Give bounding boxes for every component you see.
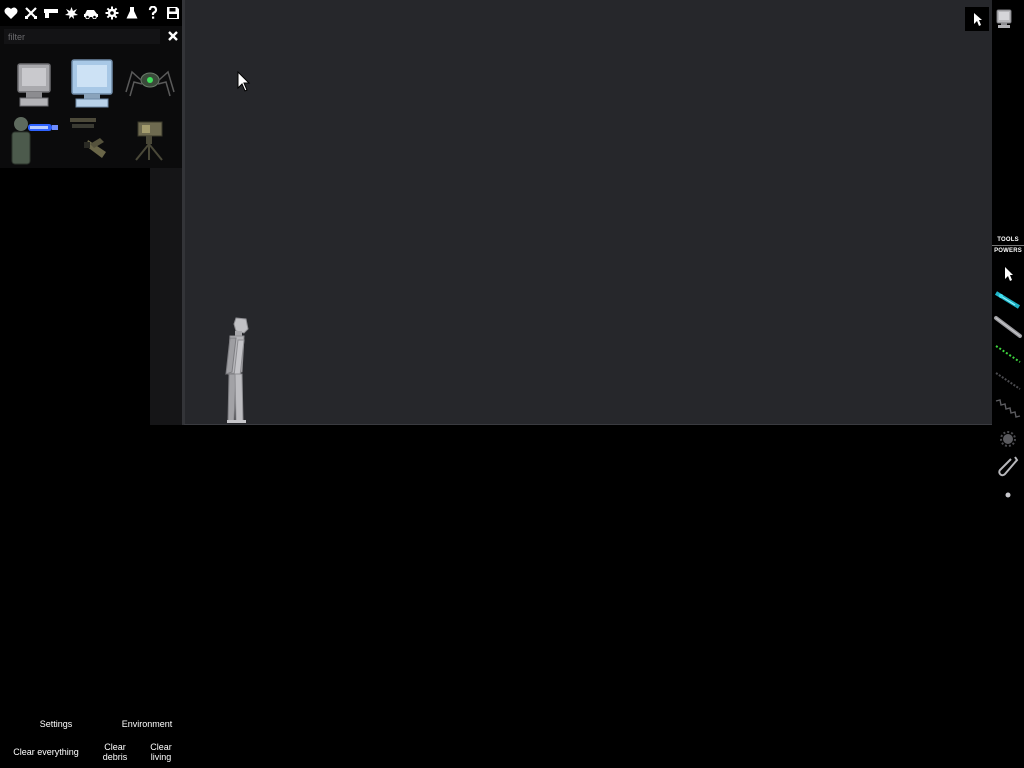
- tripod-camera-item[interactable]: [124, 114, 176, 166]
- world-left-edge: [182, 0, 185, 425]
- blue-monitor-item[interactable]: [66, 58, 118, 110]
- category-melee-button[interactable]: [22, 4, 40, 22]
- category-machinery-button[interactable]: [103, 4, 121, 22]
- category-biohazard-button[interactable]: [2, 4, 20, 22]
- category-bar: [0, 0, 182, 26]
- folded-machine-item[interactable]: [66, 114, 118, 166]
- syringe-tool-icon[interactable]: [993, 287, 1023, 313]
- save-icon: [167, 7, 179, 19]
- clear-debris-button[interactable]: Clear debris: [98, 742, 132, 762]
- gun-icon: [44, 9, 58, 18]
- vehicle-icon: [84, 10, 98, 19]
- environment-button[interactable]: Environment: [118, 719, 176, 729]
- gear-pin-tool-icon[interactable]: [993, 426, 1023, 452]
- monitor-view-button[interactable]: [992, 7, 1016, 31]
- spider-machine-item[interactable]: [124, 58, 176, 110]
- sandbox-world[interactable]: [184, 0, 992, 425]
- spawn-menu-panel: [0, 0, 182, 168]
- green-wire-tool-icon[interactable]: [993, 341, 1023, 367]
- rope-tool-icon[interactable]: [993, 368, 1023, 394]
- heart-icon: [4, 7, 18, 19]
- hook-tool-icon[interactable]: [993, 454, 1023, 480]
- category-chemistry-button[interactable]: [123, 4, 141, 22]
- mouse-pointer-icon: [237, 71, 251, 92]
- settings-button[interactable]: Settings: [36, 719, 76, 729]
- gear-icon: [105, 6, 119, 20]
- filter-input[interactable]: [4, 29, 160, 44]
- tab-tools[interactable]: TOOLS: [992, 235, 1024, 246]
- world-shadow: [150, 168, 184, 425]
- cursor-mode-button[interactable]: [965, 7, 989, 31]
- explosion-icon: [64, 7, 78, 19]
- grey-monitor-item[interactable]: [8, 58, 60, 110]
- cursor-tool-icon[interactable]: [993, 261, 1023, 287]
- point-tool-icon[interactable]: [993, 482, 1023, 508]
- ragdoll-human[interactable]: [216, 314, 256, 426]
- spring-tool-icon[interactable]: [993, 395, 1023, 421]
- filter-row: [0, 28, 182, 45]
- clear-living-button[interactable]: Clear living: [144, 742, 178, 762]
- monitor-icon: [996, 9, 1012, 28]
- crossed-swords-icon: [25, 7, 37, 19]
- cursor-icon: [974, 13, 982, 26]
- category-saves-button[interactable]: [164, 4, 182, 22]
- tab-powers[interactable]: POWERS: [992, 246, 1024, 256]
- category-vehicles-button[interactable]: [82, 4, 100, 22]
- category-misc-button[interactable]: [144, 4, 162, 22]
- close-icon[interactable]: [166, 29, 180, 43]
- category-firearms-button[interactable]: [42, 4, 60, 22]
- rod-tool-icon[interactable]: [993, 314, 1023, 340]
- question-icon: [148, 6, 158, 19]
- plasma-turret-item[interactable]: [8, 114, 60, 166]
- app-root: Settings Environment Clear everything Cl…: [0, 0, 1024, 768]
- flask-icon: [126, 7, 138, 19]
- category-explosives-button[interactable]: [62, 4, 80, 22]
- ground-line: [184, 424, 992, 425]
- clear-everything-button[interactable]: Clear everything: [8, 747, 84, 757]
